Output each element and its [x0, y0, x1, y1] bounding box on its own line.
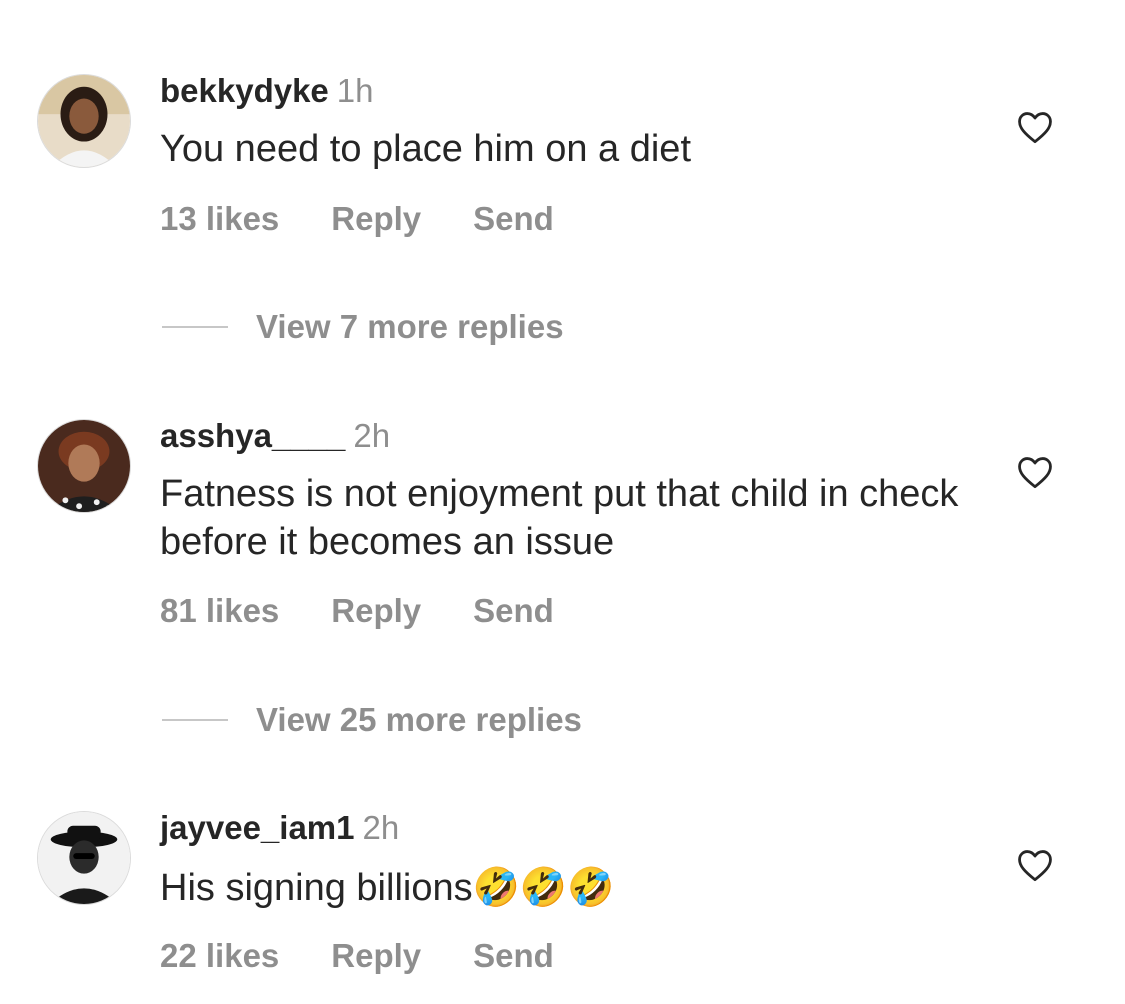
timestamp: 2h [362, 809, 400, 846]
username[interactable]: jayvee_iam1 [160, 809, 355, 846]
comment-text: You need to place him on a diet [160, 125, 980, 173]
reply-button[interactable]: Reply [331, 937, 421, 975]
avatar-image [38, 812, 130, 904]
likes-count[interactable]: 13 likes [160, 200, 279, 238]
view-replies-link[interactable]: View 25 more replies [256, 701, 582, 739]
username[interactable]: bekkydyke [160, 72, 329, 109]
likes-count[interactable]: 22 likes [160, 937, 279, 975]
timestamp: 2h [353, 417, 391, 454]
view-replies[interactable]: View 25 more replies [162, 701, 582, 739]
comment-body: His signing billions [160, 867, 473, 909]
comment-actions: 13 likes Reply Send [160, 200, 554, 238]
send-button[interactable]: Send [473, 200, 554, 238]
username[interactable]: asshya____ [160, 417, 345, 454]
view-replies-link[interactable]: View 7 more replies [256, 308, 564, 346]
comment-text: Fatness is not enjoyment put that child … [160, 470, 980, 566]
avatar[interactable] [37, 811, 131, 905]
likes-count[interactable]: 81 likes [160, 592, 279, 630]
comment-text: His signing billions🤣🤣🤣 [160, 863, 980, 912]
view-replies[interactable]: View 7 more replies [162, 308, 564, 346]
avatar[interactable] [37, 419, 131, 513]
heart-icon[interactable] [1016, 455, 1054, 489]
comment-body: You need to place him on a diet [160, 128, 691, 170]
divider-line [162, 719, 228, 721]
laughing-emoji: 🤣🤣🤣 [472, 865, 615, 909]
comment-meta: asshya____ 2h [160, 417, 390, 455]
avatar-image [38, 75, 130, 167]
comment-actions: 22 likes Reply Send [160, 937, 554, 975]
comment-body: Fatness is not enjoyment put that child … [160, 473, 959, 563]
heart-icon[interactable] [1016, 110, 1054, 144]
heart-icon[interactable] [1016, 848, 1054, 882]
timestamp: 1h [336, 72, 374, 109]
avatar[interactable] [37, 74, 131, 168]
comments-page: bekkydyke 1h You need to place him on a d… [0, 0, 1125, 1004]
divider-line [162, 326, 228, 328]
comment-meta: jayvee_iam1 2h [160, 809, 399, 847]
comment-meta: bekkydyke 1h [160, 72, 374, 110]
reply-button[interactable]: Reply [331, 200, 421, 238]
avatar-image [38, 420, 130, 512]
comment-actions: 81 likes Reply Send [160, 592, 554, 630]
send-button[interactable]: Send [473, 937, 554, 975]
reply-button[interactable]: Reply [331, 592, 421, 630]
send-button[interactable]: Send [473, 592, 554, 630]
